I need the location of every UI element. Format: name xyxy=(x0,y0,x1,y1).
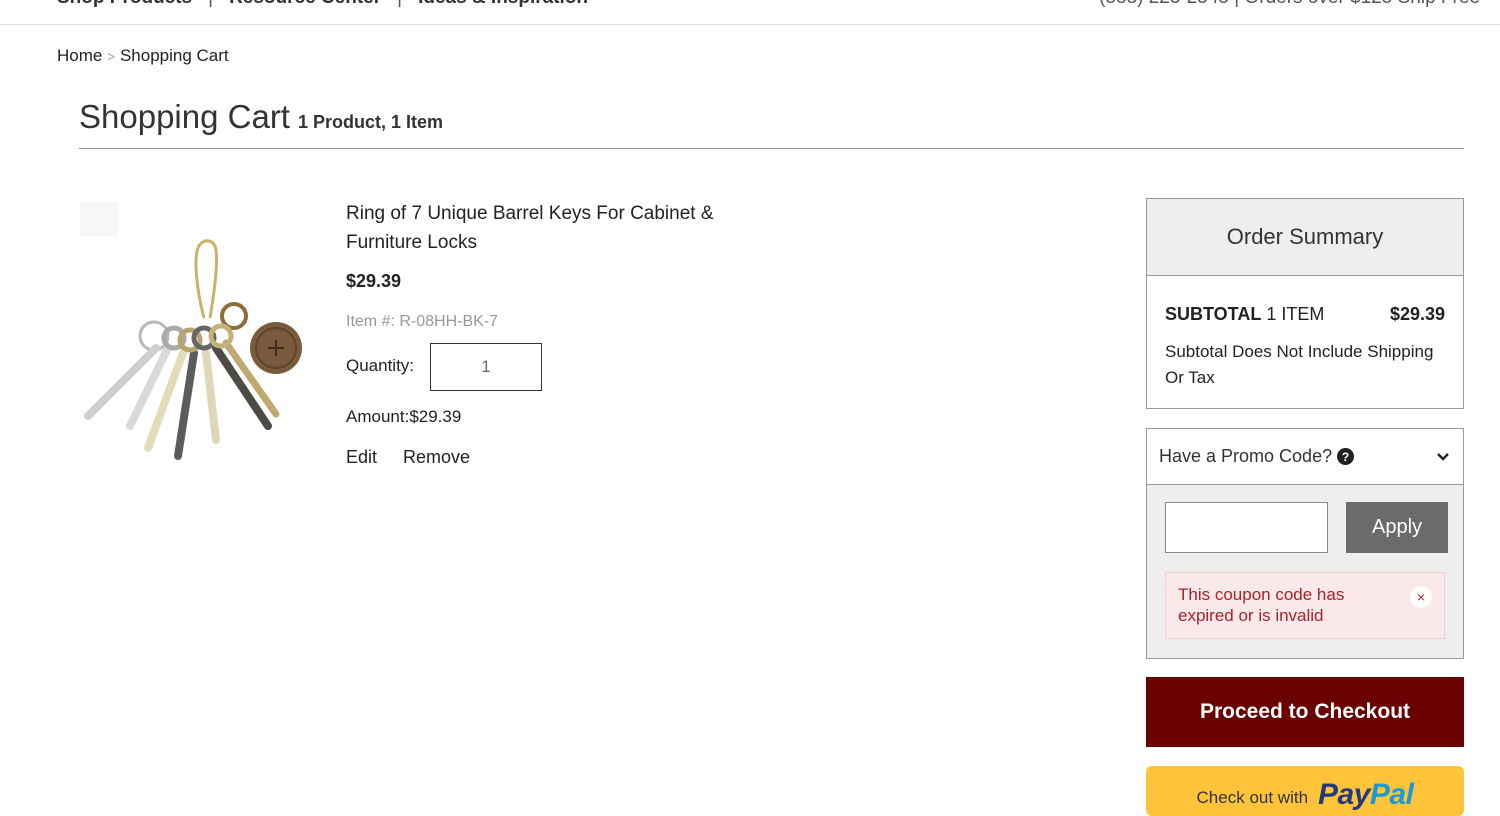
remove-link[interactable]: Remove xyxy=(403,447,470,468)
promo-toggle[interactable]: Have a Promo Code? ? xyxy=(1147,429,1463,485)
breadcrumb-home[interactable]: Home xyxy=(57,46,102,66)
paypal-logo-pal: Pal xyxy=(1369,778,1414,811)
paypal-checkout-button[interactable]: Check out with PayPal xyxy=(1146,766,1464,816)
promo-error-alert: This coupon code has expired or is inval… xyxy=(1165,572,1445,639)
product-image[interactable] xyxy=(76,198,316,468)
nav-separator: | xyxy=(397,0,402,9)
title-divider xyxy=(79,148,1464,149)
breadcrumb-current: Shopping Cart xyxy=(119,46,229,65)
promo-title: Have a Promo Code? xyxy=(1159,446,1333,466)
nav-ideas-inspiration[interactable]: Ideas & Inspiration xyxy=(418,0,588,9)
nav-separator: | xyxy=(208,0,213,9)
quantity-input[interactable] xyxy=(430,343,542,391)
top-header: Shop Products | Resource Center | Ideas … xyxy=(0,0,1500,25)
top-nav: Shop Products | Resource Center | Ideas … xyxy=(57,0,588,9)
product-sku: Item #: R-08HH-BK-7 xyxy=(346,313,499,330)
nav-shop-products[interactable]: Shop Products xyxy=(57,0,192,9)
product-name[interactable]: Ring of 7 Unique Barrel Keys For Cabinet… xyxy=(346,199,766,257)
order-summary: Order Summary SUBTOTAL 1 ITEM $29.39 Sub… xyxy=(1146,198,1464,409)
amount-value: $29.39 xyxy=(409,407,462,426)
apply-button[interactable]: Apply xyxy=(1346,502,1448,553)
paypal-logo-pay: Pay xyxy=(1318,778,1370,811)
promo-panel: Have a Promo Code? ? Apply This coupon c… xyxy=(1146,428,1464,659)
help-icon[interactable]: ? xyxy=(1337,448,1355,465)
chevron-right-icon: > xyxy=(107,48,115,64)
quantity-label: Quantity: xyxy=(346,356,415,375)
nav-resource-center[interactable]: Resource Center xyxy=(229,0,381,9)
subtotal-items: 1 ITEM xyxy=(1266,304,1325,324)
page-title: Shopping Cart 1 Product, 1 Item xyxy=(79,98,443,136)
promo-error-text: This coupon code has expired or is inval… xyxy=(1178,585,1345,625)
amount-label: Amount: xyxy=(346,407,410,426)
paypal-prefix: Check out with xyxy=(1196,788,1309,807)
subtotal-row: SUBTOTAL 1 ITEM $29.39 xyxy=(1165,304,1445,325)
edit-link[interactable]: Edit xyxy=(346,447,377,468)
product-amount: Amount:$29.39 xyxy=(346,407,461,427)
page-heading: Shopping Cart xyxy=(79,98,290,135)
paypal-logo: PayPal xyxy=(1318,778,1414,812)
subtotal-note: Subtotal Does Not Include Shipping Or Ta… xyxy=(1165,342,1434,387)
cart-count: 1 Product, 1 Item xyxy=(297,112,444,132)
subtotal-value: $29.39 xyxy=(1389,304,1445,324)
promo-code-input[interactable] xyxy=(1165,502,1328,553)
close-icon[interactable]: × xyxy=(1410,586,1432,608)
breadcrumb: Home > Shopping Cart xyxy=(57,46,229,66)
order-summary-title: Order Summary xyxy=(1147,199,1463,276)
proceed-to-checkout-button[interactable]: Proceed to Checkout xyxy=(1146,677,1464,747)
chevron-down-icon[interactable] xyxy=(1435,449,1451,465)
product-price: $29.39 xyxy=(346,271,402,291)
subtotal-label-bold: SUBTOTAL xyxy=(1165,304,1262,324)
subtotal-label: SUBTOTAL 1 ITEM xyxy=(1165,304,1324,325)
header-info: (888) 223-2545 | Orders over $125 Ship F… xyxy=(1099,0,1480,9)
